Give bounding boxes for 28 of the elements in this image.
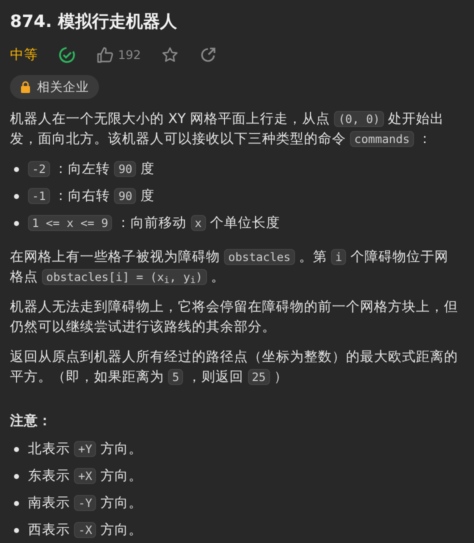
difficulty-label: 中等: [10, 46, 38, 64]
list-item-text: 南表示 -Y 方向。: [28, 494, 142, 513]
bullet-icon: [14, 167, 19, 172]
description-paragraph: 返回从原点到机器人所有经过的路径点（坐标为整数）的最大欧式距离的平方。（即，如果距离为 5 ，则返回 25 ）: [10, 348, 459, 387]
problem-title: 874. 模拟行走机器人: [10, 11, 178, 34]
bullet-icon: [14, 528, 19, 533]
like-count: 192: [118, 48, 141, 62]
bullet-icon: [14, 221, 19, 226]
list-item-text: -1 ：向右转 90 度: [28, 186, 155, 206]
bullet-icon: [14, 194, 19, 199]
bullet-icon: [14, 474, 19, 479]
solved-check-icon[interactable]: [58, 46, 76, 64]
description-paragraph: 机器人无法走到障碍物上，它将会停留在障碍物的前一个网格方块上，但仍然可以继续尝试进行该路线的其余部分。: [10, 298, 459, 337]
list-item-text: 西表示 -X 方向。: [28, 521, 142, 540]
description-paragraph: 在网格上有一些格子被视为障碍物 obstacles 。第 i 个障碍物位于网格点 obstacles[i] = (x$_{i}$, y$_{i}$) 。: [10, 248, 450, 287]
star-icon[interactable]: [160, 46, 179, 64]
list-item-text: 东表示 +X 方向。: [28, 467, 142, 486]
thumbs-up-icon[interactable]: [96, 46, 114, 64]
company-tag[interactable]: 相关企业: [10, 75, 99, 99]
list-item-text: 1 <= x <= 9 ：向前移动 x 个单位长度: [28, 213, 280, 233]
description-paragraph: 机器人在一个无限大小的 XY 网格平面上行走，从点 (0, 0) 处开始出发，面向北方。该机器人可以接收以下三种类型的命令 commands ：: [10, 110, 446, 149]
section-heading: 注意：: [10, 412, 53, 431]
list-item-text: -2 ：向左转 90 度: [28, 159, 155, 179]
bullet-icon: [14, 501, 19, 506]
bullet-icon: [14, 447, 19, 452]
share-icon[interactable]: [198, 46, 217, 64]
list-item-text: 北表示 +Y 方向。: [28, 440, 142, 459]
lock-icon: [20, 81, 31, 93]
